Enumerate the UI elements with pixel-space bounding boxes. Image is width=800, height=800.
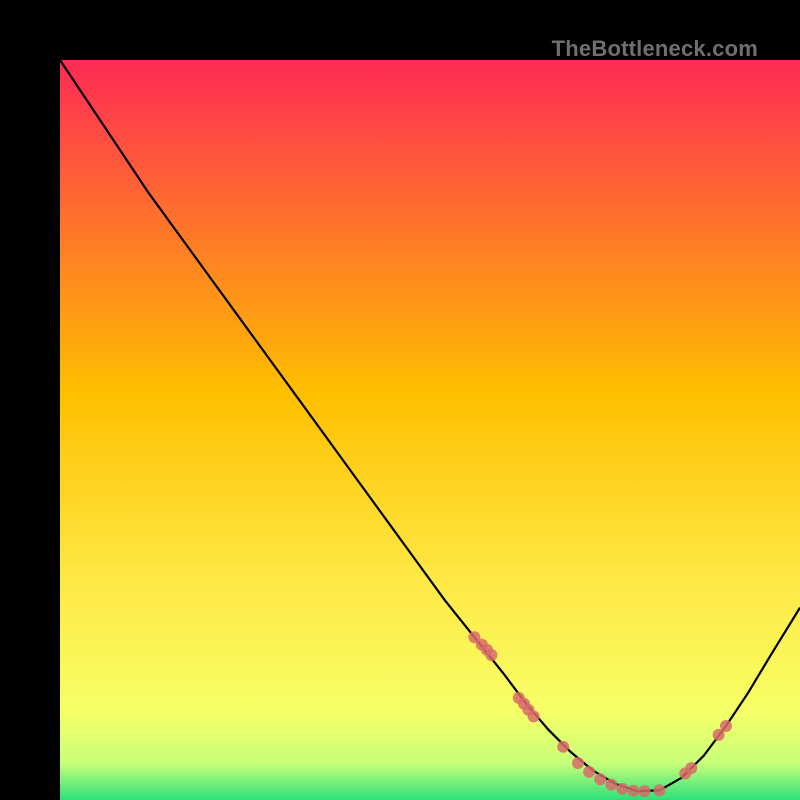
gradient-background [60,60,800,800]
data-marker [605,778,617,790]
data-marker [557,741,569,753]
data-marker [594,773,606,785]
data-marker [720,720,732,732]
data-marker [572,757,584,769]
plot-area [60,60,800,800]
chart-svg [60,60,800,800]
watermark-text: TheBottleneck.com [552,36,758,62]
data-marker [639,785,651,797]
chart-frame: TheBottleneck.com [30,30,770,770]
data-marker [528,710,540,722]
data-marker [583,766,595,778]
data-marker [653,784,665,796]
data-marker [685,762,697,774]
data-marker [628,785,640,797]
data-marker [616,783,628,795]
data-marker [485,649,497,661]
